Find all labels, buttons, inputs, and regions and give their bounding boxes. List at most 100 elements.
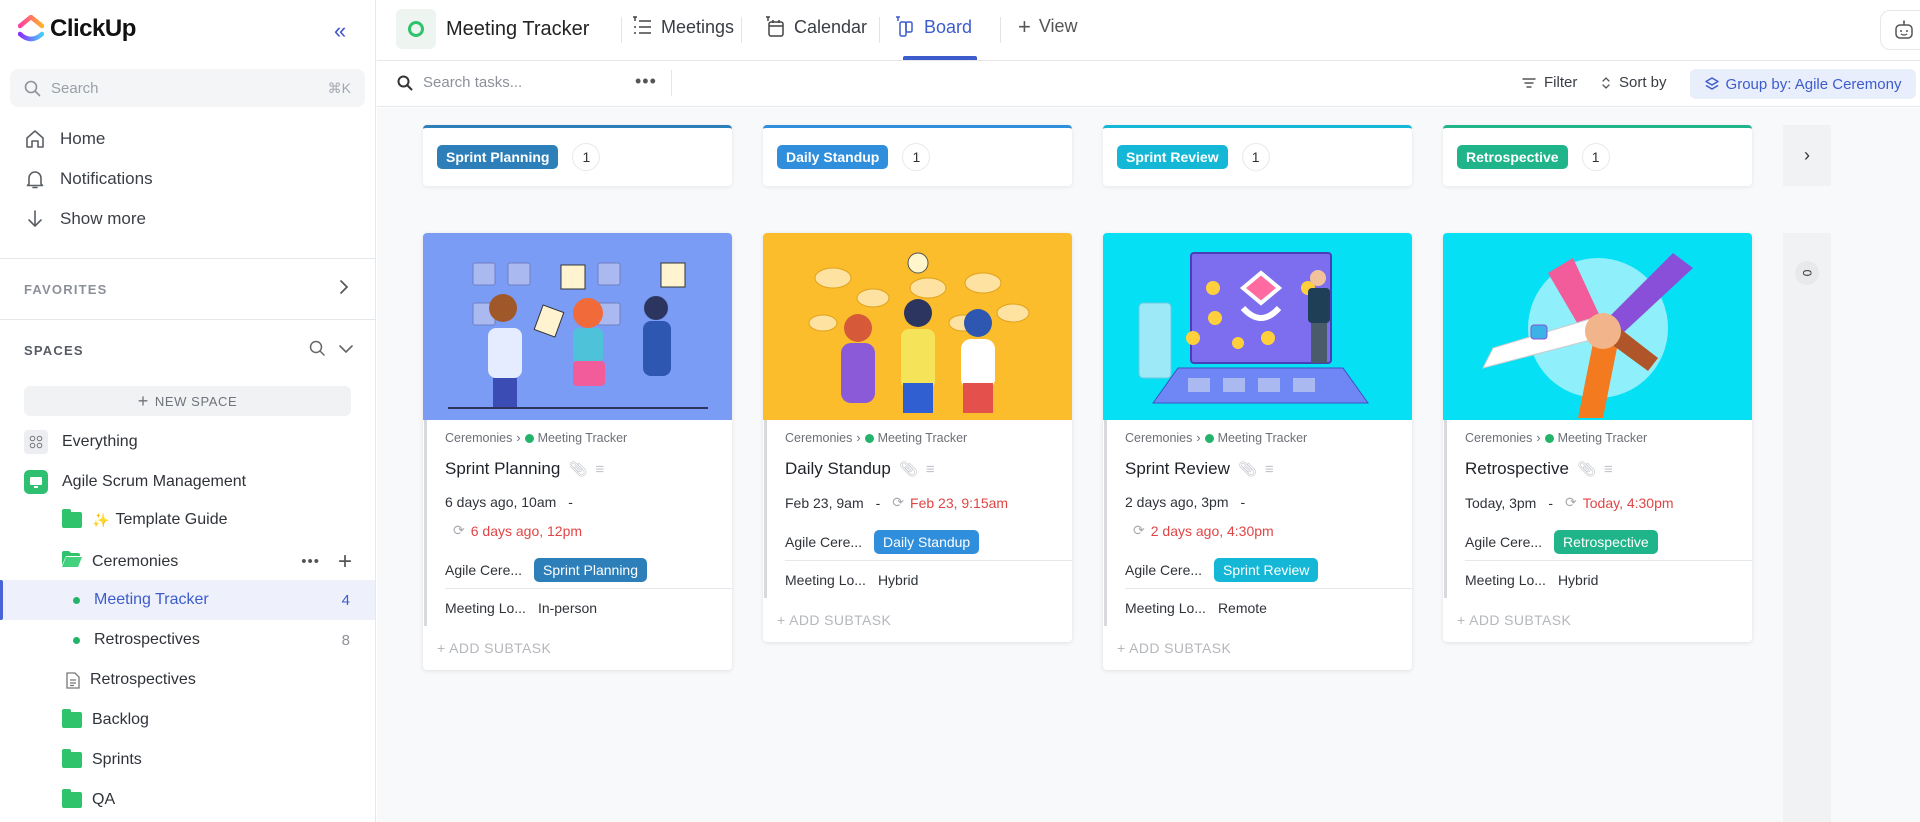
field-meeting-location[interactable]: Meeting Lo... Hybrid bbox=[1465, 561, 1734, 598]
ai-assistant-button[interactable] bbox=[1880, 10, 1920, 50]
filter-button[interactable]: Filter bbox=[1522, 74, 1577, 91]
add-view-button[interactable]: + View bbox=[1018, 15, 1078, 37]
tree-space-agile-scrum[interactable]: Agile Scrum Management bbox=[24, 470, 246, 494]
field-label: Meeting Lo... bbox=[785, 571, 866, 588]
list-icon bbox=[633, 16, 651, 34]
more-options-icon[interactable]: ••• bbox=[301, 553, 320, 570]
tab-separator bbox=[1000, 17, 1001, 43]
tree-list-meeting-tracker[interactable]: Meeting Tracker 4 bbox=[0, 580, 375, 620]
tree-label: Everything bbox=[62, 433, 138, 450]
tree-folder-sprints[interactable]: Sprints bbox=[62, 749, 142, 769]
add-icon[interactable]: + bbox=[338, 549, 352, 573]
field-agile-ceremony[interactable]: Agile Cere... Retrospective bbox=[1465, 523, 1734, 560]
status-circle-icon bbox=[408, 21, 424, 37]
folder-icon bbox=[62, 509, 82, 528]
field-meeting-location[interactable]: Meeting Lo... In-person bbox=[445, 589, 714, 626]
app-name: ClickUp bbox=[50, 15, 136, 42]
tree-label: Retrospectives bbox=[90, 671, 196, 688]
task-title: Sprint Review bbox=[1125, 459, 1230, 478]
column-header-retrospective[interactable]: Retrospective 1 bbox=[1443, 125, 1752, 186]
task-title-row[interactable]: Daily Standup 📎︎ ≡ bbox=[785, 458, 1054, 480]
sidebar-search[interactable]: Search ⌘K bbox=[10, 69, 365, 107]
tab-label: Board bbox=[924, 16, 973, 37]
tree-folder-qa[interactable]: QA bbox=[62, 789, 115, 809]
field-meeting-location[interactable]: Meeting Lo... Remote bbox=[1125, 589, 1394, 626]
breadcrumb[interactable]: Ceremonies › Meeting Tracker bbox=[1125, 429, 1394, 447]
field-label: Agile Cere... bbox=[1125, 561, 1203, 578]
tree-label: Template Guide bbox=[115, 511, 228, 528]
layers-icon bbox=[1704, 77, 1719, 90]
task-dates[interactable]: Today, 3pm - ⟳ Today, 4:30pm bbox=[1465, 494, 1734, 511]
favorites-expand[interactable] bbox=[338, 279, 350, 295]
collapse-sidebar-button[interactable]: « bbox=[334, 19, 346, 43]
field-label: Agile Cere... bbox=[445, 561, 523, 578]
task-title-row[interactable]: Sprint Review 📎︎ ≡ bbox=[1125, 458, 1394, 480]
tree-folder-ceremonies[interactable]: Ceremonies ••• + bbox=[62, 549, 352, 573]
task-card-retrospective[interactable]: Ceremonies › Meeting Tracker Retrospecti… bbox=[1443, 233, 1752, 642]
expand-columns-button[interactable]: › bbox=[1783, 125, 1831, 186]
nav-notifications[interactable]: Notifications bbox=[24, 168, 153, 190]
column-header-daily-standup[interactable]: Daily Standup 1 bbox=[763, 125, 1072, 186]
task-title: Retrospective bbox=[1465, 459, 1569, 478]
task-card-daily-standup[interactable]: Ceremonies › Meeting Tracker Daily Stand… bbox=[763, 233, 1072, 642]
column-header-sprint-planning[interactable]: Sprint Planning 1 bbox=[423, 125, 732, 186]
clickup-logo[interactable]: ClickUp bbox=[18, 15, 136, 43]
chevron-right-icon: › bbox=[1196, 431, 1201, 445]
nav-home[interactable]: Home bbox=[24, 128, 105, 150]
task-dates[interactable]: 2 days ago, 3pm - ⟳ 2 days ago, 4:30pm bbox=[1125, 494, 1394, 539]
column-header-sprint-review[interactable]: Sprint Review 1 bbox=[1103, 125, 1412, 186]
tree-folder-template-guide[interactable]: ✨ Template Guide bbox=[62, 509, 228, 529]
task-count: 4 bbox=[341, 591, 350, 609]
list-status-dot bbox=[1544, 433, 1554, 443]
task-dates[interactable]: Feb 23, 9am - ⟳ Feb 23, 9:15am bbox=[785, 494, 1054, 511]
document-icon bbox=[66, 671, 80, 689]
task-card-sprint-review[interactable]: Ceremonies › Meeting Tracker Sprint Revi… bbox=[1103, 233, 1412, 670]
breadcrumb[interactable]: Ceremonies › Meeting Tracker bbox=[785, 429, 1054, 447]
task-title-row[interactable]: Sprint Planning 📎︎ ≡ bbox=[445, 458, 714, 480]
task-search[interactable]: Search tasks... bbox=[397, 74, 522, 91]
task-dates[interactable]: 6 days ago, 10am - ⟳ 6 days ago, 12pm bbox=[445, 494, 714, 539]
add-subtask-button[interactable]: + ADD SUBTASK bbox=[763, 598, 1072, 642]
board-toolbar: Search tasks... ••• Filter Sort by Group… bbox=[377, 61, 1920, 107]
active-tab-indicator bbox=[903, 56, 977, 60]
field-agile-ceremony[interactable]: Agile Cere... Daily Standup bbox=[785, 523, 1054, 560]
field-agile-ceremony[interactable]: Agile Cere... Sprint Planning bbox=[445, 551, 714, 588]
add-subtask-button[interactable]: + ADD SUBTASK bbox=[1103, 626, 1412, 670]
new-space-label: NEW SPACE bbox=[154, 393, 238, 409]
tree-label: Backlog bbox=[92, 711, 149, 728]
search-icon bbox=[24, 80, 41, 96]
tree-doc-retrospectives[interactable]: Retrospectives bbox=[66, 671, 196, 689]
tab-separator bbox=[741, 17, 742, 43]
field-agile-ceremony[interactable]: Agile Cere... Sprint Review bbox=[1125, 551, 1394, 588]
breadcrumb[interactable]: Ceremonies › Meeting Tracker bbox=[1465, 429, 1734, 447]
robot-icon bbox=[1895, 20, 1913, 39]
new-space-button[interactable]: + NEW SPACE bbox=[24, 386, 351, 416]
breadcrumb[interactable]: Ceremonies › Meeting Tracker bbox=[445, 429, 714, 447]
search-spaces-icon[interactable] bbox=[309, 340, 326, 357]
tree-list-retrospectives[interactable]: Retrospectives 8 bbox=[0, 631, 375, 649]
add-subtask-button[interactable]: + ADD SUBTASK bbox=[423, 626, 732, 670]
group-pill: Sprint Review bbox=[1117, 145, 1228, 169]
task-title-row[interactable]: Retrospective 📎︎ ≡ bbox=[1465, 458, 1734, 480]
field-meeting-location[interactable]: Meeting Lo... Hybrid bbox=[785, 561, 1054, 598]
favorites-header[interactable]: FAVORITES bbox=[24, 282, 108, 297]
tab-calendar[interactable]: Calendar bbox=[764, 16, 867, 38]
nav-show-more[interactable]: Show more bbox=[24, 208, 146, 230]
folder-icon bbox=[62, 789, 82, 808]
start-date: Today, 3pm bbox=[1465, 494, 1537, 511]
chevron-down-icon[interactable] bbox=[338, 340, 354, 357]
collapsed-column[interactable]: 0 bbox=[1783, 233, 1831, 822]
more-options-icon[interactable]: ••• bbox=[635, 71, 657, 92]
list-icon-button[interactable] bbox=[396, 9, 436, 49]
sort-button[interactable]: Sort by bbox=[1601, 74, 1667, 91]
task-card-sprint-planning[interactable]: Ceremonies › Meeting Tracker Sprint Plan… bbox=[423, 233, 732, 670]
date-dash: - bbox=[1240, 494, 1246, 510]
tree-folder-backlog[interactable]: Backlog bbox=[62, 709, 149, 729]
add-subtask-button[interactable]: + ADD SUBTASK bbox=[1443, 598, 1752, 642]
sort-icon bbox=[1602, 76, 1610, 89]
recurring-icon: ⟳ bbox=[892, 494, 905, 510]
tab-board[interactable]: Board bbox=[894, 16, 972, 38]
tab-meetings[interactable]: Meetings bbox=[631, 16, 734, 38]
group-by-button[interactable]: Group by: Agile Ceremony bbox=[1690, 69, 1916, 99]
tree-everything[interactable]: Everything bbox=[24, 430, 138, 454]
